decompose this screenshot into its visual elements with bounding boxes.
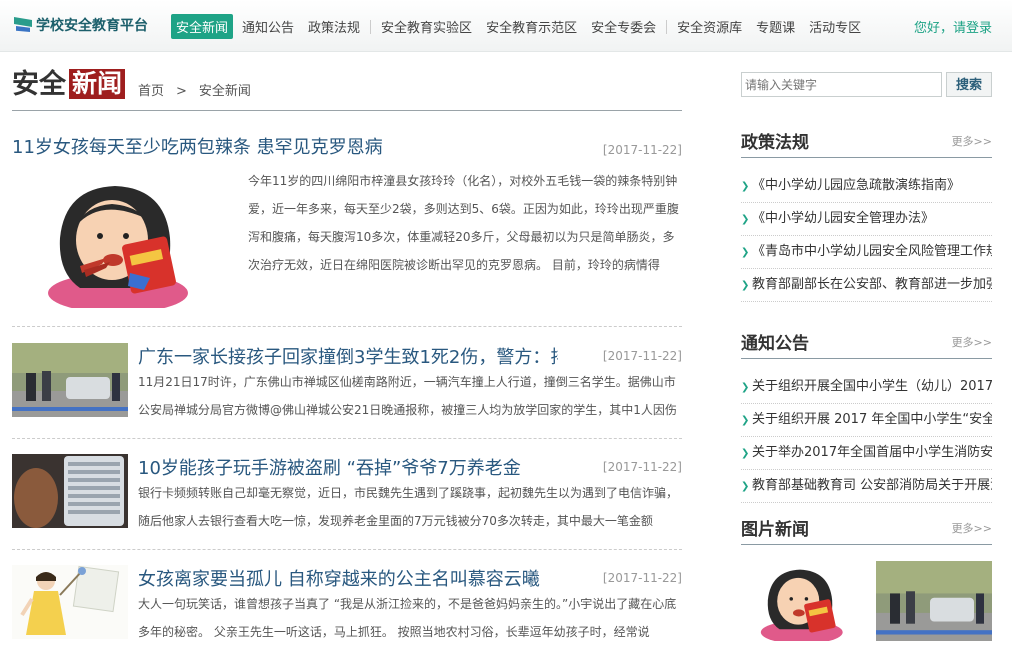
more-link[interactable]: 更多>> (952, 520, 992, 536)
cartoon-girl-icon (48, 186, 188, 308)
nav-item-experimental-zone[interactable]: 安全教育实验区 (376, 14, 477, 39)
page-title-part2: 新闻 (69, 69, 126, 99)
section-header: 政策法规 更多>> (741, 128, 992, 158)
news-title[interactable]: 广东一家长接孩子回家撞倒3学生致1死2伤，警方：排... (138, 343, 558, 369)
chevron-right-icon: ❯ (741, 481, 750, 492)
news-summary: 银行卡频频转账自己却毫无察觉，近日，市民魏先生遇到了蹊跷事，起初魏先生以为遇到了… (138, 486, 679, 528)
news-title[interactable]: 10岁能孩子玩手游被盗刷 “吞掉”爷爷7万养老金 (138, 454, 558, 480)
news-date: [2017-11-22] (602, 143, 682, 157)
login-link[interactable]: 您好，请登录 (914, 17, 992, 36)
notice-list-item[interactable]: ❯关于组织开展 2017 年全国中小学生“安全教育周”活动的通知 (741, 404, 992, 437)
notice-list-item[interactable]: ❯关于举办2017年全国首届中小学生消防安全知识竞赛的通知 (741, 437, 992, 470)
nav-item-policies[interactable]: 政策法规 (303, 14, 365, 39)
policy-list-item[interactable]: ❯《青岛市中小学幼儿园安全风险管理工作规定》 (741, 236, 992, 269)
news-divider (12, 549, 682, 550)
news-item: 10岁能孩子玩手游被盗刷 “吞掉”爷爷7万养老金 [2017-11-22] 银行… (12, 449, 682, 551)
phone-transactions-icon (12, 454, 128, 528)
site-logo[interactable]: 学校安全教育平台 (14, 15, 148, 35)
news-date: [2017-11-22] (602, 460, 682, 474)
news-date: [2017-11-22] (602, 349, 682, 363)
breadcrumb-home[interactable]: 首页 (138, 84, 164, 99)
chevron-right-icon: ❯ (741, 214, 750, 225)
news-divider (12, 326, 682, 327)
news-summary: 今年11岁的四川绵阳市梓潼县女孩玲玲（化名），对校外五毛钱一袋的辣条特别钟爱，近… (248, 174, 679, 272)
girl-drawing-icon (12, 565, 128, 639)
breadcrumb-separator: > (176, 84, 187, 99)
chevron-right-icon: ❯ (741, 181, 750, 192)
accident-scene-icon (876, 561, 992, 641)
accident-scene-icon (12, 343, 128, 417)
nav-item-activities[interactable]: 活动专区 (804, 14, 866, 39)
sidebar-policy-section: 政策法规 更多>> ❯ 《中小学幼儿园应急疏散演练指南》 ❯ 《中小学幼儿园安全管理… (741, 128, 992, 308)
policy-list-item[interactable]: ❯ 《中小学幼儿园安全管理办法》 (741, 203, 992, 236)
photo-news-thumbnail-cartoon-girl[interactable] (755, 565, 845, 641)
section-title: 通知公告 (741, 334, 809, 354)
nav-item-courses[interactable]: 专题课 (751, 14, 800, 39)
news-thumbnail-cartoon-girl[interactable] (40, 178, 190, 308)
cartoon-girl-icon (760, 569, 843, 641)
sidebar-notice-section: 通知公告 更多>> ❯关于组织开展全国中小学生（幼儿）2017年安全知识网络竞赛… (741, 329, 992, 509)
section-title: 政策法规 (741, 133, 809, 153)
nav-item-notices[interactable]: 通知公告 (237, 14, 299, 39)
section-header: 图片新闻 更多>> (741, 515, 992, 545)
search-button[interactable]: 搜索 (946, 72, 992, 97)
breadcrumb-current: 安全新闻 (198, 84, 251, 99)
nav-divider (666, 19, 668, 34)
policy-list-item[interactable]: ❯教育部副部长在公安部、教育部进一步加强学校安全工作会议上的讲话 (741, 269, 992, 302)
sidebar-photo-section: 图片新闻 更多>> (741, 515, 992, 646)
search-input[interactable] (741, 72, 942, 97)
news-thumbnail-girl-drawing[interactable] (12, 565, 128, 639)
chevron-right-icon: ❯ (741, 280, 750, 291)
nav-divider (370, 19, 372, 34)
chevron-right-icon: ❯ (741, 247, 750, 258)
page-header: 安全 新闻 首页 > 安全新闻 (12, 68, 682, 111)
page-title-part1: 安全 (12, 69, 66, 100)
news-item: 广东一家长接孩子回家撞倒3学生致1死2伤，警方：排... [2017-11-22… (12, 338, 682, 440)
breadcrumb: 首页 > 安全新闻 (138, 80, 251, 99)
logo-text: 学校安全教育平台 (36, 18, 148, 34)
notice-list-item[interactable]: ❯关于组织开展全国中小学生（幼儿）2017年安全知识网络竞赛的通知 (741, 371, 992, 404)
chevron-right-icon: ❯ (741, 448, 750, 459)
nav-item-committee[interactable]: 安全专委会 (586, 14, 661, 39)
nav-item-demo-zone[interactable]: 安全教育示范区 (481, 14, 582, 39)
section-header: 通知公告 更多>> (741, 329, 992, 359)
chevron-right-icon: ❯ (741, 415, 750, 426)
news-date: [2017-11-22] (602, 571, 682, 585)
news-divider (12, 438, 682, 439)
news-thumbnail-phone-transactions[interactable] (12, 454, 128, 528)
more-link[interactable]: 更多>> (952, 334, 992, 350)
news-title[interactable]: 女孩离家要当孤儿 自称穿越来的公主名叫慕容云曦 (138, 565, 558, 591)
policy-list-item[interactable]: ❯ 《中小学幼儿园应急疏散演练指南》 (741, 170, 992, 203)
chevron-right-icon: ❯ (741, 382, 750, 393)
logo-icon (14, 17, 32, 33)
section-title: 图片新闻 (741, 520, 809, 540)
news-item: 女孩离家要当孤儿 自称穿越来的公主名叫慕容云曦 [2017-11-22] 大人一… (12, 560, 682, 646)
main-nav: 安全新闻 通知公告 政策法规 安全教育实验区 安全教育示范区 安全专委会 安全资… (171, 14, 870, 39)
news-item: 11岁女孩每天至少吃两包辣条 患罕见克罗恩病 [2017-11-22] 今年11… (12, 128, 682, 328)
news-title[interactable]: 11岁女孩每天至少吃两包辣条 患罕见克罗恩病 (12, 133, 572, 159)
news-summary: 大人一句玩笑话，谁曾想孩子当真了 “我是从浙江捡来的，不是爸爸妈妈亲生的。”小宇… (138, 597, 677, 639)
notice-list-item[interactable]: ❯教育部基础教育司 公安部消防局关于开展消防安全教育的通知 (741, 470, 992, 503)
nav-item-resources[interactable]: 安全资源库 (672, 14, 747, 39)
more-link[interactable]: 更多>> (952, 133, 992, 149)
top-navigation-bar: 学校安全教育平台 安全新闻 通知公告 政策法规 安全教育实验区 安全教育示范区 … (0, 0, 1012, 52)
photo-news-thumbnail-accident-scene[interactable] (876, 561, 992, 641)
nav-item-safety-news[interactable]: 安全新闻 (171, 14, 234, 39)
news-summary: 11月21日17时许，广东佛山市禅城区仙槎南路附近，一辆汽车撞上人行道，撞倒三名… (138, 375, 677, 417)
news-thumbnail-accident-scene[interactable] (12, 343, 128, 417)
